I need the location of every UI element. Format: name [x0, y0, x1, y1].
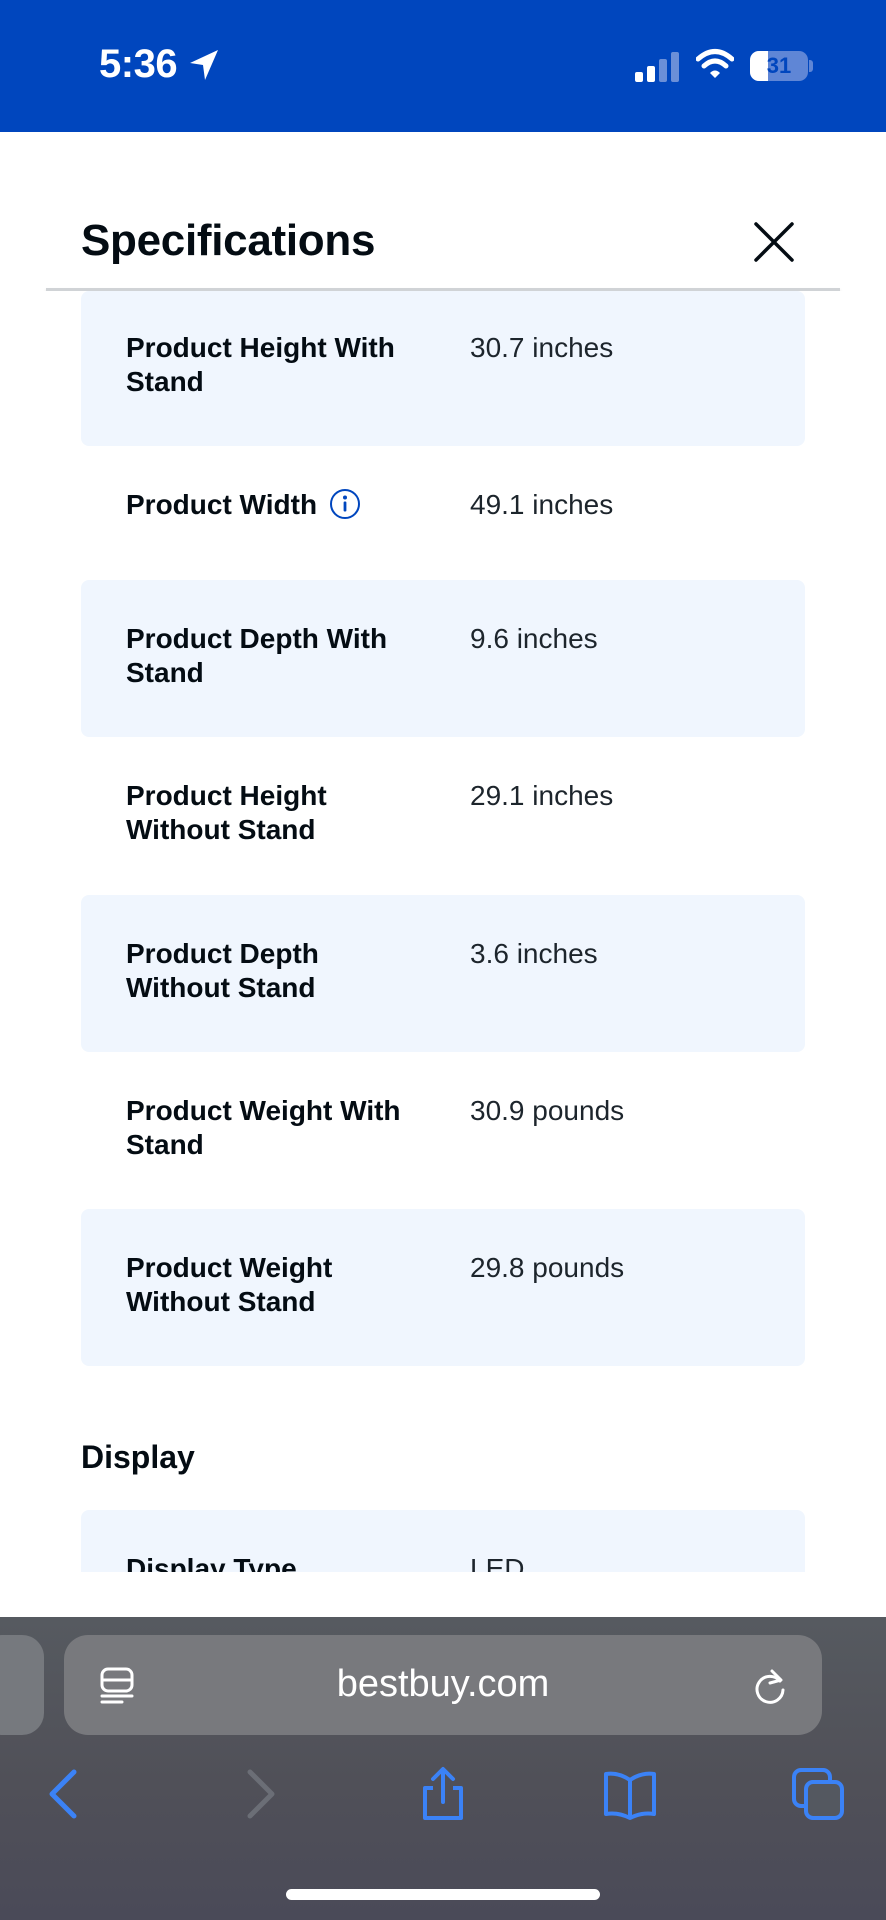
spec-label: Product Depth With Stand	[126, 623, 388, 688]
home-indicator	[286, 1889, 600, 1900]
section-title-display: Display	[81, 1439, 195, 1475]
spec-value: 29.1 inches	[470, 780, 614, 811]
spec-row: Product Depth Without Stand 3.6 inches	[81, 895, 805, 1052]
spec-row: Product Height With Stand 30.7 inches	[81, 291, 805, 446]
browser-toolbar: bestbuy.com	[0, 1617, 886, 1920]
spec-list[interactable]: Product Height With Stand 30.7 inches Pr…	[0, 291, 886, 1572]
spec-row: Display Type LED	[81, 1510, 805, 1572]
spec-row: Product Width 49.1 inches	[81, 446, 805, 580]
spec-row: Product Depth With Stand 9.6 inches	[81, 580, 805, 737]
url-text: bestbuy.com	[336, 1663, 550, 1705]
spec-value: 29.8 pounds	[470, 1252, 625, 1283]
location-arrow-icon	[190, 50, 218, 80]
status-time: 5:36	[99, 42, 178, 86]
spec-label: Product Height Without Stand	[126, 780, 327, 845]
spec-label: Display Type	[126, 1553, 297, 1572]
cellular-signal-icon	[635, 52, 679, 82]
status-bar: 5:36 31	[0, 0, 886, 132]
battery-nub	[809, 60, 813, 72]
close-icon[interactable]	[752, 220, 796, 264]
address-bar[interactable]: bestbuy.com	[64, 1635, 822, 1735]
info-icon[interactable]	[329, 488, 361, 520]
spec-row: Product Weight With Stand 30.9 pounds	[81, 1052, 805, 1209]
forward-icon[interactable]	[230, 1766, 286, 1822]
spec-value: 30.9 pounds	[470, 1095, 625, 1126]
battery-level: 31	[766, 53, 792, 78]
wifi-icon	[696, 49, 734, 78]
share-icon[interactable]	[415, 1766, 471, 1822]
spec-row: Product Height Without Stand 29.1 inches	[81, 737, 805, 895]
spec-row: Product Weight Without Stand 29.8 pounds	[81, 1209, 805, 1366]
tabs-icon[interactable]	[790, 1766, 846, 1822]
sheet-header: Specifications	[0, 132, 886, 289]
spec-value: 30.7 inches	[470, 332, 614, 363]
spec-label: Product Depth Without Stand	[126, 938, 319, 1003]
spec-value: 49.1 inches	[470, 489, 614, 520]
spec-value: 9.6 inches	[470, 623, 598, 654]
spec-value: 3.6 inches	[470, 938, 598, 969]
spec-label: Product Width	[126, 488, 456, 523]
spec-label: Product Weight Without Stand	[126, 1252, 333, 1317]
spec-label: Product Weight With Stand	[126, 1095, 401, 1160]
battery-icon: 31	[750, 51, 808, 81]
spec-value: LED	[470, 1553, 525, 1572]
back-icon[interactable]	[38, 1766, 94, 1822]
sheet-title: Specifications	[81, 216, 376, 265]
previous-tab-edge[interactable]	[0, 1635, 44, 1735]
spec-label: Product Height With Stand	[126, 332, 395, 397]
spec-label-text: Product Width	[126, 489, 318, 520]
bookmarks-icon[interactable]	[602, 1766, 658, 1822]
reload-icon[interactable]	[752, 1667, 788, 1705]
